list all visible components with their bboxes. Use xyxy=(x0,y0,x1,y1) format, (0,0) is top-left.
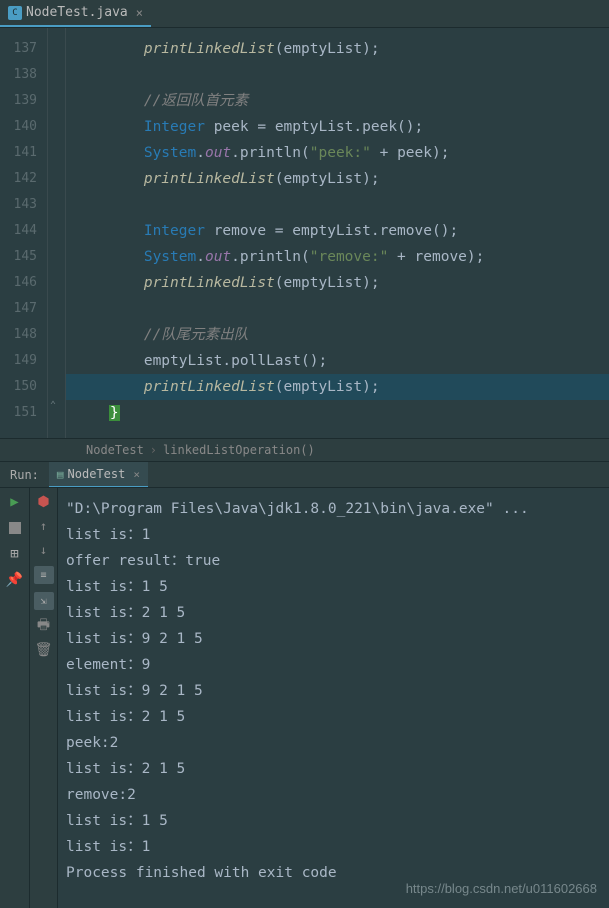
java-class-icon: C xyxy=(8,6,22,20)
run-config-icon: ▤ xyxy=(57,468,64,481)
trash-icon[interactable]: 🗑 xyxy=(36,642,52,658)
line-number: 140 xyxy=(0,114,37,140)
console-panel: ▶ ⊞ 📌 ⬢ ↑ ↓ ≡ ⇲ 🖶 🗑 "D:\Program Files\Ja… xyxy=(0,488,609,908)
code-content[interactable]: printLinkedList(emptyList); //返回队首元素 Int… xyxy=(66,28,609,438)
run-label: Run: xyxy=(0,468,49,482)
down-stack-icon[interactable]: ↓ xyxy=(36,542,52,558)
line-number: 141 xyxy=(0,140,37,166)
breadcrumb-method[interactable]: linkedListOperation() xyxy=(157,443,321,457)
file-tab[interactable]: C NodeTest.java × xyxy=(0,0,151,27)
line-number: 137 xyxy=(0,36,37,62)
console-line: remove:2 xyxy=(66,782,601,808)
fold-gutter: ⌃ xyxy=(48,28,66,438)
line-number: 146 xyxy=(0,270,37,296)
scroll-end-icon[interactable]: ⇲ xyxy=(34,592,54,610)
line-number: 149 xyxy=(0,348,37,374)
line-number: 139 xyxy=(0,88,37,114)
console-line: list is：1 xyxy=(66,522,601,548)
console-line: list is：1 5 xyxy=(66,574,601,600)
console-line: offer result：true xyxy=(66,548,601,574)
console-line: "D:\Program Files\Java\jdk1.8.0_221\bin\… xyxy=(66,496,601,522)
run-config-name: NodeTest xyxy=(68,467,126,481)
fold-end-icon[interactable]: ⌃ xyxy=(50,400,56,411)
run-config-tab[interactable]: ▤ NodeTest × xyxy=(49,462,148,487)
line-number: 148 xyxy=(0,322,37,348)
line-number: 151 xyxy=(0,400,37,426)
line-number: 144 xyxy=(0,218,37,244)
console-toolbar-right: ⬢ ↑ ↓ ≡ ⇲ 🖶 🗑 xyxy=(30,488,58,908)
tab-filename: NodeTest.java xyxy=(26,5,128,20)
console-line: list is：2 1 5 xyxy=(66,704,601,730)
line-number: 150 xyxy=(0,374,37,400)
console-line: list is：1 5 xyxy=(66,808,601,834)
line-number: 138 xyxy=(0,62,37,88)
line-number: 143 xyxy=(0,192,37,218)
line-number: 142 xyxy=(0,166,37,192)
console-output[interactable]: "D:\Program Files\Java\jdk1.8.0_221\bin\… xyxy=(58,488,609,908)
breadcrumb: NodeTest › linkedListOperation() xyxy=(0,438,609,462)
console-line: peek:2 xyxy=(66,730,601,756)
code-editor[interactable]: 137 138 139 140 141 142 143 144 145 146 … xyxy=(0,28,609,438)
stop-icon[interactable] xyxy=(7,520,23,536)
line-number-gutter: 137 138 139 140 141 142 143 144 145 146 … xyxy=(0,28,48,438)
console-line: element：9 xyxy=(66,652,601,678)
breadcrumb-class[interactable]: NodeTest xyxy=(80,443,150,457)
close-icon[interactable]: × xyxy=(136,6,143,20)
rerun-icon[interactable]: ▶ xyxy=(7,494,23,510)
run-tool-bar: Run: ▤ NodeTest × xyxy=(0,462,609,488)
chevron-right-icon: › xyxy=(150,443,157,457)
close-icon[interactable]: × xyxy=(133,468,140,481)
print-icon[interactable]: 🖶 xyxy=(36,618,52,634)
line-number: 147 xyxy=(0,296,37,322)
layout-icon[interactable]: ⊞ xyxy=(7,546,23,562)
console-line: list is：1 xyxy=(66,834,601,860)
console-line: list is：9 2 1 5 xyxy=(66,678,601,704)
bug-icon[interactable]: ⬢ xyxy=(36,494,52,510)
console-line: list is：9 2 1 5 xyxy=(66,626,601,652)
console-toolbar-left: ▶ ⊞ 📌 xyxy=(0,488,30,908)
up-stack-icon[interactable]: ↑ xyxy=(36,518,52,534)
watermark: https://blog.csdn.net/u011602668 xyxy=(406,881,597,896)
line-number: 145 xyxy=(0,244,37,270)
console-line: list is：2 1 5 xyxy=(66,600,601,626)
soft-wrap-icon[interactable]: ≡ xyxy=(34,566,54,584)
console-line: list is：2 1 5 xyxy=(66,756,601,782)
editor-tab-bar: C NodeTest.java × xyxy=(0,0,609,28)
pin-icon[interactable]: 📌 xyxy=(7,572,23,588)
